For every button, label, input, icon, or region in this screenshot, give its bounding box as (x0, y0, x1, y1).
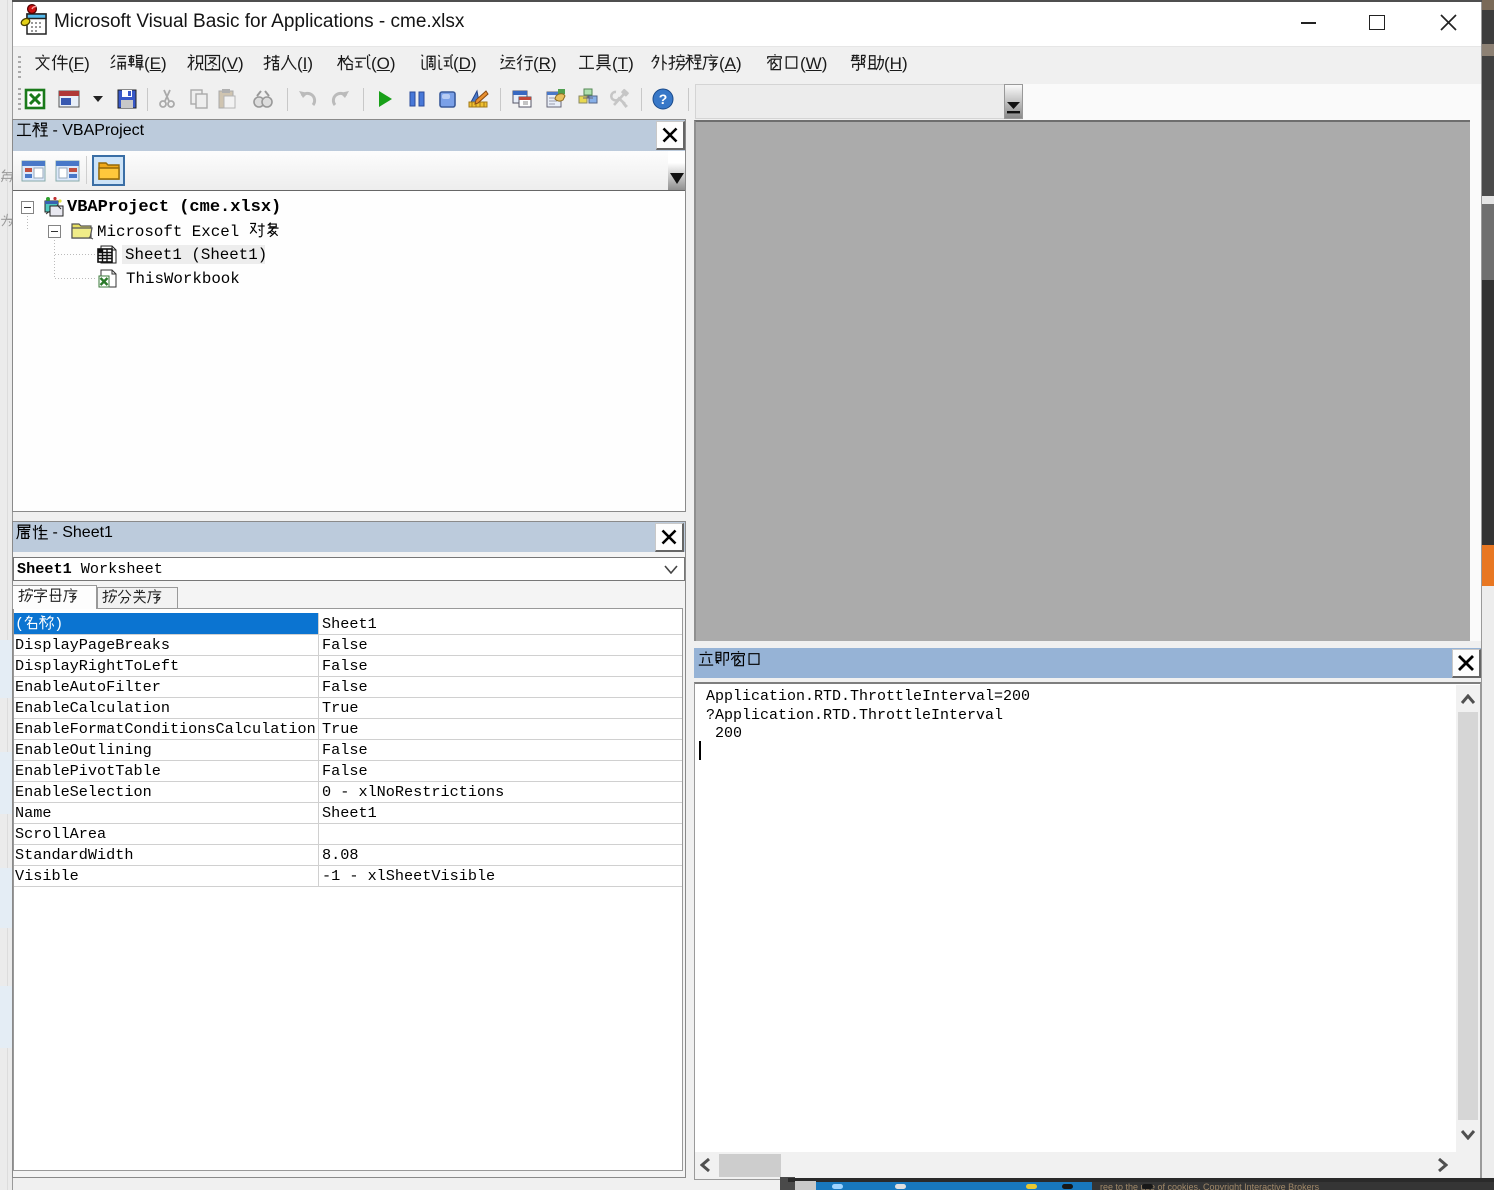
svg-text:?: ? (659, 91, 668, 107)
